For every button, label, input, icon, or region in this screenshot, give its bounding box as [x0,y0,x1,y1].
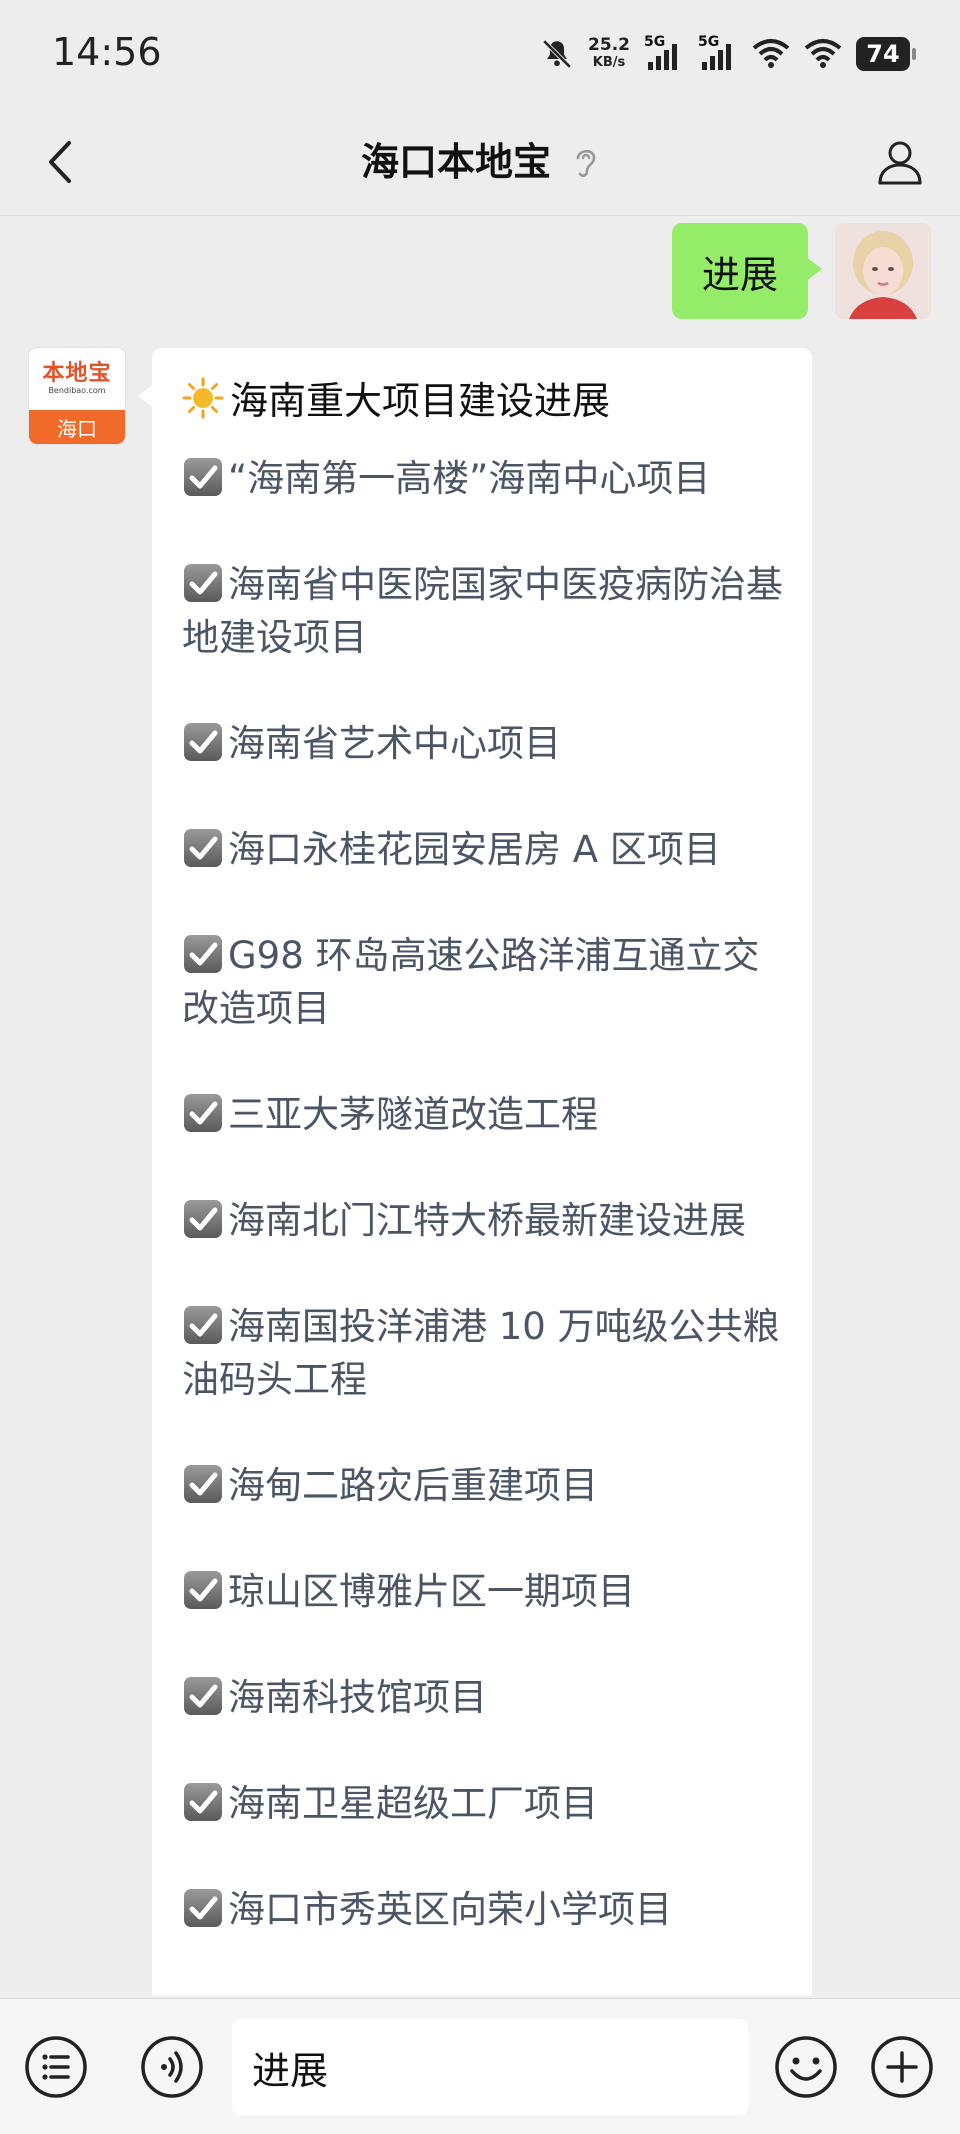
checkbox-checked-icon [182,933,224,975]
checkbox-checked-icon [182,1781,224,1823]
project-item-text: G98 环岛高速公路洋浦互通立交改造项目 [182,934,760,1030]
nav-title-wrap: 海口本地宝 [361,132,599,192]
project-item: 三亚大茅隧道改造工程 [182,1088,792,1141]
sun-icon [182,377,224,418]
wifi-icon [752,39,790,68]
chat-area[interactable]: 进展 本地宝 Bendibao.com 海口 海南重大项目建设进展 “海南第一高… [0,216,960,1996]
project-item-text: 海南省中医院国家中医疫病防治基地建设项目 [182,563,783,659]
project-item: 海南国投洋浦港 10 万吨级公共粮油码头工程 [182,1300,792,1406]
signal-1: 5G [644,34,684,74]
project-item-text: 海甸二路灾后重建项目 [228,1464,598,1507]
my-avatar[interactable] [835,223,931,319]
project-item: 海南科技馆项目 [182,1671,792,1724]
project-item: 海南卫星超级工厂项目 [182,1777,792,1830]
battery-level: 74 [866,40,900,68]
outgoing-message-bubble[interactable]: 进展 [671,223,823,319]
project-item: 琼山区博雅片区一期项目 [182,1565,792,1618]
project-item-text: 海南国投洋浦港 10 万吨级公共粮油码头工程 [182,1305,780,1401]
person-icon [878,141,922,185]
message-title: 海南重大项目建设进展 [182,370,610,425]
outgoing-message-text: 进展 [701,252,778,297]
project-item: 海甸二路灾后重建项目 [182,1459,792,1512]
message-input[interactable] [232,2019,748,2115]
plus-icon [871,2036,933,2098]
net-speed: 25.2 KB/s [588,36,630,72]
voice-button[interactable] [140,2035,204,2099]
ear-icon [576,149,596,177]
project-item-text: 三亚大茅隧道改造工程 [228,1093,598,1136]
menu-button[interactable] [24,2035,88,2099]
more-button[interactable] [870,2035,934,2099]
checkbox-checked-icon [182,1198,224,1240]
checkbox-checked-icon [182,1092,224,1134]
project-item: 海南省艺术中心项目 [182,717,792,770]
project-item: G98 环岛高速公路洋浦互通立交改造项目 [182,929,792,1035]
project-item-text: 海南省艺术中心项目 [228,722,561,765]
project-item: 海南北门江特大桥最新建设进展 [182,1194,792,1247]
checkbox-checked-icon [182,721,224,763]
checkbox-checked-icon [182,562,224,604]
bot-avatar-city: 海口 [29,410,125,444]
voice-icon [141,2036,203,2098]
message-title-text: 海南重大项目建设进展 [230,379,611,423]
checkbox-checked-icon [182,1887,224,1929]
project-item-text: 海口市秀英区向荣小学项目 [228,1888,672,1931]
status-bar: 14:56 25.2 KB/s 5G 5G 74 [0,0,960,110]
signal-2: 5G [698,34,738,74]
bot-avatar-domain: Bendibao.com [48,386,106,395]
net-speed-value: 25.2 [588,35,630,55]
incoming-message-bubble[interactable]: 海南重大项目建设进展 “海南第一高楼”海南中心项目海南省中医院国家中医疫病防治基… [138,348,812,1996]
net-speed-unit: KB/s [592,55,626,70]
signal-icon [648,44,677,70]
page-title: 海口本地宝 [360,140,551,184]
project-list: “海南第一高楼”海南中心项目海南省中医院国家中医疫病防治基地建设项目海南省艺术中… [182,452,792,1989]
chat-profile-button[interactable] [868,130,932,194]
checkbox-checked-icon [182,827,224,869]
wifi-icon [804,39,842,68]
project-item-text: 海南卫星超级工厂项目 [228,1782,598,1825]
battery-icon: 74 [856,37,916,71]
checkbox-checked-icon [182,1675,224,1717]
checkbox-checked-icon [182,1304,224,1346]
list-menu-icon [25,2036,87,2098]
nav-bar: 海口本地宝 [0,110,960,216]
checkbox-checked-icon [182,1569,224,1611]
project-item: “海南第一高楼”海南中心项目 [182,452,792,505]
project-item-text: “海南第一高楼”海南中心项目 [228,457,711,500]
bot-avatar[interactable]: 本地宝 Bendibao.com 海口 [29,348,125,444]
emoji-button[interactable] [774,2035,838,2099]
checkbox-checked-icon [182,1463,224,1505]
project-item: 海南省中医院国家中医疫病防治基地建设项目 [182,558,792,664]
project-item: 海口永桂花园安居房 A 区项目 [182,823,792,876]
signal-icon [702,44,731,70]
project-item-text: 海南北门江特大桥最新建设进展 [228,1199,746,1242]
project-item-text: 海口永桂花园安居房 A 区项目 [228,828,721,871]
nav-title-area: 海口本地宝 [0,132,960,192]
project-item-text: 海南科技馆项目 [228,1676,487,1719]
project-item-text: 琼山区博雅片区一期项目 [228,1570,635,1613]
project-item: 海口市秀英区向荣小学项目 [182,1883,792,1936]
bot-avatar-logo: 本地宝 Bendibao.com [29,348,125,410]
checkbox-checked-icon [182,456,224,498]
input-bar [0,1998,960,2134]
status-icons: 25.2 KB/s 5G 5G 74 [540,28,916,80]
status-time: 14:56 [52,30,162,74]
emoji-icon [775,2036,837,2098]
mute-bell-icon [542,39,572,69]
avatar-portrait [835,223,931,319]
bot-avatar-brand: 本地宝 [42,361,112,386]
